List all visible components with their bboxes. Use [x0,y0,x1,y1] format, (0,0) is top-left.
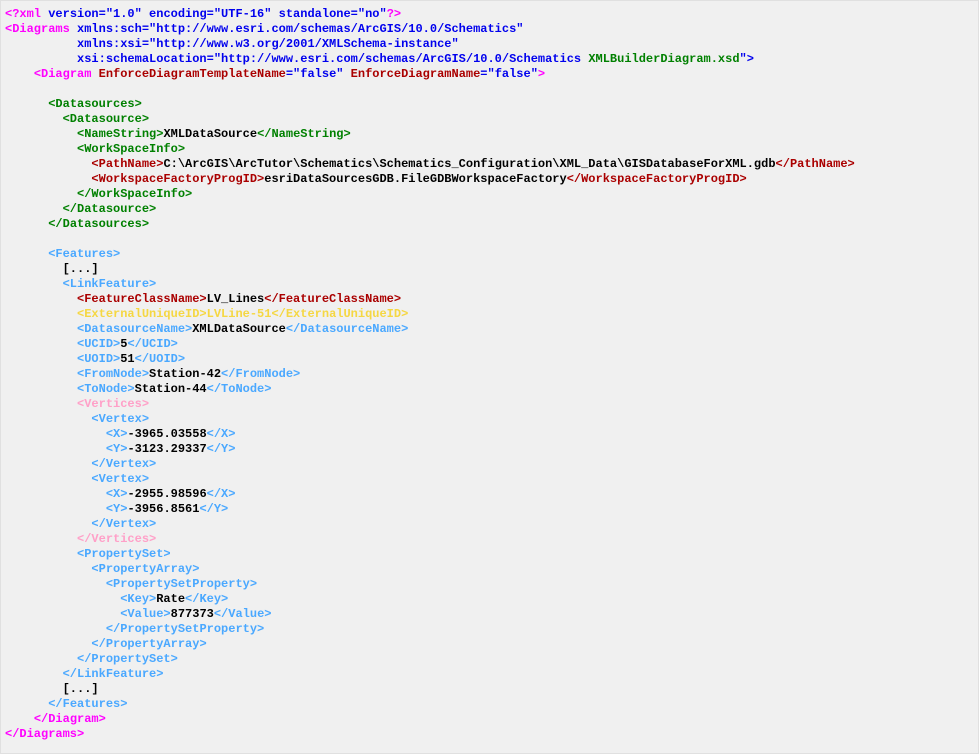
xml-declaration-close: ?> [387,7,401,21]
v1-y-close: </Y> [207,442,236,456]
pathname-val: C:\ArcGIS\ArcTutor\Schematics\Schematics… [163,157,775,171]
linkfeature-open: <LinkFeature> [63,277,157,291]
featureclassname-open: <FeatureClassName> [77,292,207,306]
value-val: 877373 [171,607,214,621]
v1-x-open: <X> [106,427,128,441]
propertyarray-open: <PropertyArray> [91,562,199,576]
workspaceinfo-open: <WorkSpaceInfo> [77,142,185,156]
linkfeature-close: </LinkFeature> [63,667,164,681]
psp-open: <PropertySetProperty> [106,577,257,591]
datasourcename-val: XMLDataSource [192,322,286,336]
diagrams-ns3-hl: XMLBuilderDiagram.xsd [588,52,739,66]
propertyset-open: <PropertySet> [77,547,171,561]
vertex2-open: <Vertex> [91,472,149,486]
diagram-attr1-val: ="false" [286,67,344,81]
diagram-attr1-name: EnforceDiagramTemplateName [99,67,286,81]
fromnode-close: </FromNode> [221,367,300,381]
psp-close: </PropertySetProperty> [106,622,264,636]
propertyarray-close: </PropertyArray> [91,637,206,651]
datasource-close: </Datasource> [63,202,157,216]
diagram-open-end: > [538,67,545,81]
diagrams-ns2: xmlns:xsi="http://www.w3.org/2001/XMLSch… [77,37,459,51]
externaluniqueid-open: <ExternalUniqueID> [77,307,207,321]
diagrams-open: <Diagrams [5,22,77,36]
externaluniqueid-val: LVLine-51 [207,307,272,321]
datasources-open: <Datasources> [48,97,142,111]
vertices-close: </Vertices> [77,532,156,546]
ucid-open: <UCID> [77,337,120,351]
vertex1-open: <Vertex> [91,412,149,426]
diagrams-ns3-pre: xsi:schemaLocation="http://www.esri.com/… [77,52,588,66]
wfpid-close: </WorkspaceFactoryProgID> [567,172,747,186]
uoid-open: <UOID> [77,352,120,366]
namestring-val: XMLDataSource [163,127,257,141]
key-val: Rate [156,592,185,606]
value-open: <Value> [120,607,170,621]
ucid-close: </UCID> [127,337,177,351]
pathname-close: </PathName> [776,157,855,171]
key-close: </Key> [185,592,228,606]
tonode-close: </ToNode> [207,382,272,396]
diagram-attr2-name: EnforceDiagramName [343,67,480,81]
v1-y-open: <Y> [106,442,128,456]
fromnode-open: <FromNode> [77,367,149,381]
datasource-open: <Datasource> [63,112,149,126]
diagram-attr2-val: ="false" [480,67,538,81]
namestring-close: </NameString> [257,127,351,141]
uoid-close: </UOID> [135,352,185,366]
xml-declaration-attrs: version="1.0" encoding="UTF-16" standalo… [48,7,386,21]
features-close: </Features> [48,697,127,711]
featureclassname-close: </FeatureClassName> [264,292,401,306]
featureclassname-val: LV_Lines [207,292,265,306]
v2-x-open: <X> [106,487,128,501]
datasourcename-open: <DatasourceName> [77,322,192,336]
pathname-open: <PathName> [91,157,163,171]
diagram-open: <Diagram [34,67,99,81]
workspaceinfo-close: </WorkSpaceInfo> [77,187,192,201]
externaluniqueid-close: </ExternalUniqueID> [271,307,408,321]
v2-y-open: <Y> [106,502,128,516]
tonode-open: <ToNode> [77,382,135,396]
ellipsis-bottom: [...] [63,682,99,696]
v1-x-val: -3965.03558 [127,427,206,441]
diagrams-ns3-post: "> [740,52,754,66]
vertices-open: <Vertices> [77,397,149,411]
datasourcename-close: </DatasourceName> [286,322,408,336]
value-close: </Value> [214,607,272,621]
vertex2-close: </Vertex> [91,517,156,531]
propertyset-close: </PropertySet> [77,652,178,666]
tonode-val: Station-44 [135,382,207,396]
diagrams-close: </Diagrams> [5,727,84,741]
datasources-close: </Datasources> [48,217,149,231]
v2-y-close: </Y> [199,502,228,516]
ellipsis-top: [...] [63,262,99,276]
key-open: <Key> [120,592,156,606]
namestring-open: <NameString> [77,127,163,141]
v2-x-close: </X> [207,487,236,501]
diagram-close: </Diagram> [34,712,106,726]
wfpid-open: <WorkspaceFactoryProgID> [91,172,264,186]
xml-declaration-open: <?xml [5,7,48,21]
v2-x-val: -2955.98596 [127,487,206,501]
wfpid-val: esriDataSourcesGDB.FileGDBWorkspaceFacto… [264,172,566,186]
v1-x-close: </X> [207,427,236,441]
uoid-val: 51 [120,352,134,366]
features-open: <Features> [48,247,120,261]
xml-code-view: <?xml version="1.0" encoding="UTF-16" st… [0,0,979,754]
diagrams-ns1: xmlns:sch="http://www.esri.com/schemas/A… [77,22,523,36]
v1-y-val: -3123.29337 [127,442,206,456]
fromnode-val: Station-42 [149,367,221,381]
v2-y-val: -3956.8561 [127,502,199,516]
vertex1-close: </Vertex> [91,457,156,471]
